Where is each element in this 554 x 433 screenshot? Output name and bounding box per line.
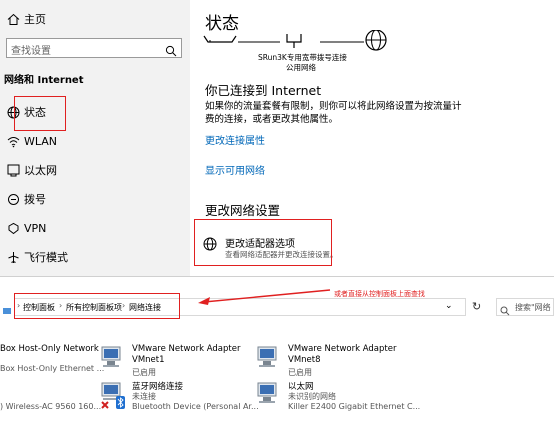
show-available-networks-link[interactable]: 显示可用网络 bbox=[205, 162, 265, 177]
sidebar-item-label: 飞行模式 bbox=[24, 251, 68, 264]
sidebar-item-label: 拨号 bbox=[24, 193, 46, 206]
network-item-status: 已启用 bbox=[288, 368, 312, 377]
annotation-text: 或者直接从控制面板上面查找 bbox=[334, 290, 425, 298]
dialup-icon bbox=[6, 192, 20, 206]
network-item-bluetooth[interactable]: 蓝牙网络连接 未连接 Bluetooth Device (Personal Ar… bbox=[100, 380, 259, 414]
connected-desc-line2: 费的连接，或者更改其他属性。 bbox=[205, 114, 339, 125]
sidebar-item-label: WLAN bbox=[24, 134, 58, 148]
sidebar-item-airplane[interactable]: 飞行模式 bbox=[0, 244, 190, 270]
change-settings-heading: 更改网络设置 bbox=[205, 203, 281, 218]
network-item-status: 已启用 bbox=[132, 368, 156, 377]
network-adapter-icon bbox=[100, 344, 124, 372]
sidebar-item-wlan[interactable]: WLAN bbox=[0, 128, 190, 154]
refresh-icon[interactable]: ↻ bbox=[472, 300, 481, 313]
highlight-box-address bbox=[14, 293, 180, 319]
highlight-box-status bbox=[14, 96, 66, 131]
settings-window: 主页 查找设置 网络和 Internet 状态 WLAN 以太网 拨号 VPN … bbox=[0, 0, 554, 276]
search-placeholder: 查找设置 bbox=[11, 46, 51, 57]
sidebar-item-dialup[interactable]: 拨号 bbox=[0, 186, 190, 212]
connected-heading: 你已连接到 Internet bbox=[205, 83, 322, 98]
network-item-vmnet1[interactable]: VMware Network Adapter VMnet1 已启用 bbox=[100, 344, 250, 378]
network-item-status: 未识别的网络 bbox=[288, 392, 336, 401]
network-diagram: SRun3K专用宽带拨号连接 公用网络 bbox=[202, 30, 402, 72]
settings-sidebar: 主页 查找设置 网络和 Internet 状态 WLAN 以太网 拨号 VPN … bbox=[0, 0, 190, 276]
control-panel-icon bbox=[2, 301, 12, 320]
sidebar-item-label: VPN bbox=[24, 221, 47, 235]
settings-search-input[interactable]: 查找设置 bbox=[6, 38, 182, 58]
home-icon bbox=[6, 12, 20, 26]
sidebar-item-ethernet[interactable]: 以太网 bbox=[0, 157, 190, 183]
search-icon bbox=[500, 301, 510, 320]
network-item-device: Box Host-Only Ethernet ... bbox=[0, 364, 105, 373]
wifi-icon bbox=[6, 134, 20, 148]
network-adapter-icon bbox=[256, 344, 280, 372]
explorer-search-placeholder: 搜索"网络 bbox=[515, 303, 551, 312]
chevron-down-icon[interactable]: ⌄ bbox=[445, 301, 453, 311]
sidebar-item-home[interactable]: 主页 bbox=[0, 6, 190, 32]
network-item-vmnet8[interactable]: VMware Network Adapter VMnet8 已启用 bbox=[256, 344, 406, 378]
network-item-device: ) Wireless-AC 9560 160... bbox=[0, 402, 102, 411]
sidebar-item-label: 主页 bbox=[24, 13, 46, 26]
bluetooth-adapter-icon bbox=[100, 380, 128, 414]
airplane-icon bbox=[6, 250, 20, 264]
network-item-device: Bluetooth Device (Personal Ar... bbox=[132, 402, 259, 411]
sidebar-item-vpn[interactable]: VPN bbox=[0, 215, 190, 241]
explorer-search-input[interactable]: 搜索"网络 bbox=[496, 298, 554, 316]
network-item-host-only[interactable]: Box Host-Only Network Box Host-Only Ethe… bbox=[0, 344, 104, 373]
connected-desc-line1: 如果你的流量套餐有限制，则你可以将此网络设置为按流量计 bbox=[205, 101, 462, 112]
vpn-icon bbox=[6, 221, 20, 235]
annotation-arrow bbox=[198, 289, 331, 305]
ethernet-icon bbox=[6, 163, 20, 177]
ethernet-adapter-icon bbox=[256, 380, 280, 408]
search-icon[interactable] bbox=[165, 42, 177, 57]
sidebar-item-label: 以太网 bbox=[24, 164, 57, 177]
network-item-name: Box Host-Only Network bbox=[0, 344, 99, 354]
network-item-status: 未连接 bbox=[132, 392, 156, 401]
network-type: 公用网络 bbox=[286, 63, 316, 72]
network-item-wireless[interactable]: ) Wireless-AC 9560 160... bbox=[0, 402, 102, 416]
network-item-device: Killer E2400 Gigabit Ethernet C... bbox=[288, 402, 421, 411]
highlight-box-adapter bbox=[194, 219, 332, 266]
change-connection-properties-link[interactable]: 更改连接属性 bbox=[205, 132, 265, 147]
section-label: 网络和 Internet bbox=[4, 75, 84, 86]
network-item-ethernet[interactable]: 以太网 未识别的网络 Killer E2400 Gigabit Ethernet… bbox=[256, 380, 420, 414]
network-item-name: VMware Network Adapter VMnet8 bbox=[288, 344, 397, 365]
network-item-name: VMware Network Adapter VMnet1 bbox=[132, 344, 241, 365]
settings-main-pane: 状态 SRun3K专用宽带拨号连接 公用网络 你已连接到 Internet 如果… bbox=[190, 0, 554, 276]
